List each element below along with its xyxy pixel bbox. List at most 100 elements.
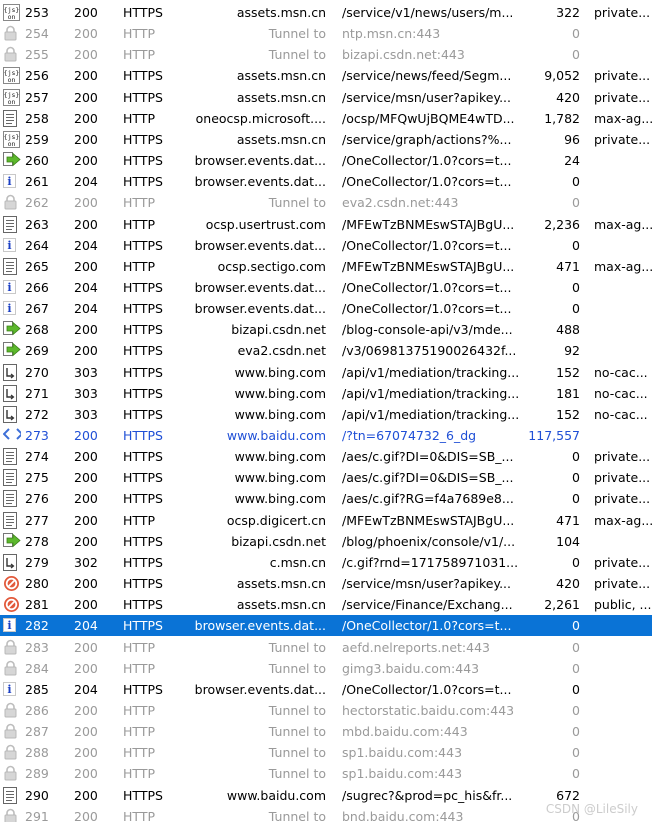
body-size-cell: 0 — [572, 470, 580, 486]
url-cell: aefd.nelreports.net:443 — [342, 639, 490, 655]
session-row[interactable]: 284 200 HTTP Tunnel to gimg3.baidu.com:443 0 — [0, 658, 652, 679]
session-row[interactable]: {js} on 259 200 HTTPS assets.msn.cn/service/g… — [0, 129, 652, 150]
session-row[interactable]: 289 200 HTTP Tunnel to sp1.baidu.com:443 0 — [0, 763, 652, 784]
url-cell: sp1.baidu.com:443 — [342, 766, 463, 782]
session-number-cell: 273 — [25, 428, 49, 443]
session-row[interactable]: 258 200 HTTP oneocsp.microsoft.... /ocsp/MFQ… — [0, 108, 652, 129]
svg-text:i: i — [7, 175, 11, 188]
result-code-cell: 200 — [74, 428, 98, 443]
result-code-cell: 200 — [74, 153, 98, 169]
session-row[interactable]: 275 200 HTTPS www.bing.com/aes/c.gif?DI=0&D… — [0, 467, 652, 488]
caching-cell: private... — [594, 554, 651, 570]
protocol-cell: HTTPS — [123, 618, 163, 634]
session-number-cell: 260 — [25, 153, 49, 169]
session-number-cell: 259 — [25, 131, 49, 147]
protocol-cell: HTTPS — [123, 597, 163, 613]
body-size-cell: 471 — [556, 258, 580, 274]
session-row[interactable]: 286 200 HTTP Tunnel to hectorstatic.baidu.co… — [0, 700, 652, 721]
protocol-cell: HTTPS — [123, 533, 163, 549]
lock-icon — [3, 700, 21, 721]
session-row[interactable]: 277 200 HTTP ocsp.digicert.cn/MFEwTzBNMEswS… — [0, 510, 652, 531]
session-row[interactable]: 263 200 HTTP ocsp.usertrust.com/MFEwTzBNMEs… — [0, 214, 652, 235]
result-code-cell: 200 — [74, 89, 98, 105]
body-size-cell: 0 — [572, 47, 580, 63]
url-cell: gimg3.baidu.com:443 — [342, 660, 480, 676]
session-number-cell: 263 — [25, 216, 49, 232]
session-row[interactable]: i 266 204 HTTPS browser.events.dat... /OneCol… — [0, 277, 652, 298]
info-icon: i — [3, 235, 21, 256]
session-row[interactable]: {js} on 256 200 HTTPS assets.msn.cn/service/n… — [0, 65, 652, 86]
body-size-cell: 152 — [556, 364, 580, 380]
body-size-cell: 117,557 — [528, 428, 580, 443]
svg-text:i: i — [7, 239, 11, 252]
session-row[interactable]: 262 200 HTTP Tunnel to eva2.csdn.net:443 0 — [0, 192, 652, 213]
session-row[interactable]: 280 200 HTTPS assets.msn.cn/service/msn/use… — [0, 573, 652, 594]
svg-text:i: i — [7, 281, 11, 294]
session-row[interactable]: 271 303 HTTPS www.bing.com/api/v1/mediation… — [0, 383, 652, 404]
session-row[interactable]: 269 200 HTTPS eva2.csdn.net/v3/069813751900… — [0, 340, 652, 361]
session-number-cell: 290 — [25, 787, 49, 803]
session-row[interactable]: 281 200 HTTPS assets.msn.cn/service/Finance… — [0, 594, 652, 615]
session-row[interactable]: 287 200 HTTP Tunnel to mbd.baidu.com:443 0 — [0, 721, 652, 742]
host-cell: www.bing.com — [234, 449, 326, 465]
blocked-icon — [3, 573, 21, 594]
protocol-cell: HTTPS — [123, 364, 163, 380]
session-row[interactable]: {js} on 257 200 HTTPS assets.msn.cn/service/m… — [0, 87, 652, 108]
svg-text:i: i — [7, 619, 11, 632]
session-row[interactable]: i 261 204 HTTPS browser.events.dat... /OneCol… — [0, 171, 652, 192]
url-cell: /aes/c.gif?DI=0&DIS=SB_... — [342, 470, 514, 486]
session-row[interactable]: 274 200 HTTPS www.bing.com/aes/c.gif?DI=0&D… — [0, 446, 652, 467]
session-number-cell: 256 — [25, 68, 49, 84]
session-number-cell: 288 — [25, 745, 49, 761]
host-cell: www.bing.com — [234, 385, 326, 401]
session-row[interactable]: 279 302 HTTPS c.msn.cn/c.gif?rnd=1717589710… — [0, 552, 652, 573]
caching-cell: max-ag... — [594, 110, 652, 126]
body-size-cell: 488 — [556, 322, 580, 338]
result-code-cell: 200 — [74, 449, 98, 465]
info-icon: i — [3, 298, 21, 319]
session-row[interactable]: 255 200 HTTP Tunnel to bizapi.csdn.net:443 0 — [0, 44, 652, 65]
caching-cell: private... — [594, 68, 651, 84]
result-code-cell: 204 — [74, 681, 98, 697]
session-number-cell: 254 — [25, 26, 49, 42]
result-code-cell: 200 — [74, 491, 98, 507]
url-cell: /blog-console-api/v3/mde... — [342, 322, 513, 338]
session-row-selected[interactable]: i 282 204 HTTPS browser.events.dat... /OneCol… — [0, 615, 652, 637]
result-code-cell: 200 — [74, 216, 98, 232]
lock-icon — [3, 44, 21, 65]
body-size-cell: 420 — [556, 576, 580, 592]
svg-text:on: on — [8, 76, 16, 84]
session-row[interactable]: 265 200 HTTP ocsp.sectigo.com/MFEwTzBNMEswS… — [0, 256, 652, 277]
result-code-cell: 204 — [74, 279, 98, 295]
session-row[interactable]: 254 200 HTTP Tunnel to ntp.msn.cn:443 0 — [0, 23, 652, 44]
session-row[interactable]: 273 200 HTTPS www.baidu.com /?tn=67074732_6_… — [0, 425, 652, 446]
session-row[interactable]: 270 303 HTTPS www.bing.com/api/v1/mediation… — [0, 362, 652, 383]
host-cell: Tunnel to — [268, 702, 326, 718]
session-row[interactable]: 283 200 HTTP Tunnel to aefd.nelreports.net:4… — [0, 637, 652, 658]
protocol-cell: HTTP — [123, 660, 155, 676]
result-code-cell: 200 — [74, 597, 98, 613]
info-icon: i — [3, 277, 21, 298]
session-row[interactable]: 272 303 HTTPS www.bing.com/api/v1/mediation… — [0, 404, 652, 425]
session-row[interactable]: i 264 204 HTTPS browser.events.dat... /OneCol… — [0, 235, 652, 256]
caching-cell: private... — [594, 491, 651, 507]
host-cell: Tunnel to — [268, 660, 326, 676]
session-row[interactable]: 260 200 HTTPS browser.events.dat... /OneColl… — [0, 150, 652, 171]
html-icon — [3, 425, 21, 446]
session-row[interactable]: 276 200 HTTPS www.bing.com/aes/c.gif?RG=f4a… — [0, 488, 652, 509]
session-row[interactable]: {js} on 253 200 HTTPS assets.msn.cn/service/v… — [0, 2, 652, 23]
session-row[interactable]: 278 200 HTTPS bizapi.csdn.net/blog/phoenix/… — [0, 531, 652, 552]
session-row[interactable]: i 285 204 HTTPS browser.events.dat... /OneCol… — [0, 679, 652, 700]
url-cell: mbd.baidu.com:443 — [342, 724, 468, 740]
post-arrow-icon — [3, 150, 21, 171]
protocol-cell: HTTP — [123, 195, 155, 211]
redirect-icon — [3, 383, 21, 404]
session-row[interactable]: 288 200 HTTP Tunnel to sp1.baidu.com:443 0 — [0, 742, 652, 763]
host-cell: eva2.csdn.net — [237, 343, 326, 359]
body-size-cell: 0 — [572, 174, 580, 190]
host-cell: oneocsp.microsoft.... — [195, 110, 326, 126]
redirect-icon — [3, 404, 21, 425]
session-row[interactable]: i 267 204 HTTPS browser.events.dat... /OneCol… — [0, 298, 652, 319]
session-row[interactable]: 268 200 HTTPS bizapi.csdn.net/blog-console-… — [0, 319, 652, 340]
host-cell: assets.msn.cn — [236, 576, 326, 592]
